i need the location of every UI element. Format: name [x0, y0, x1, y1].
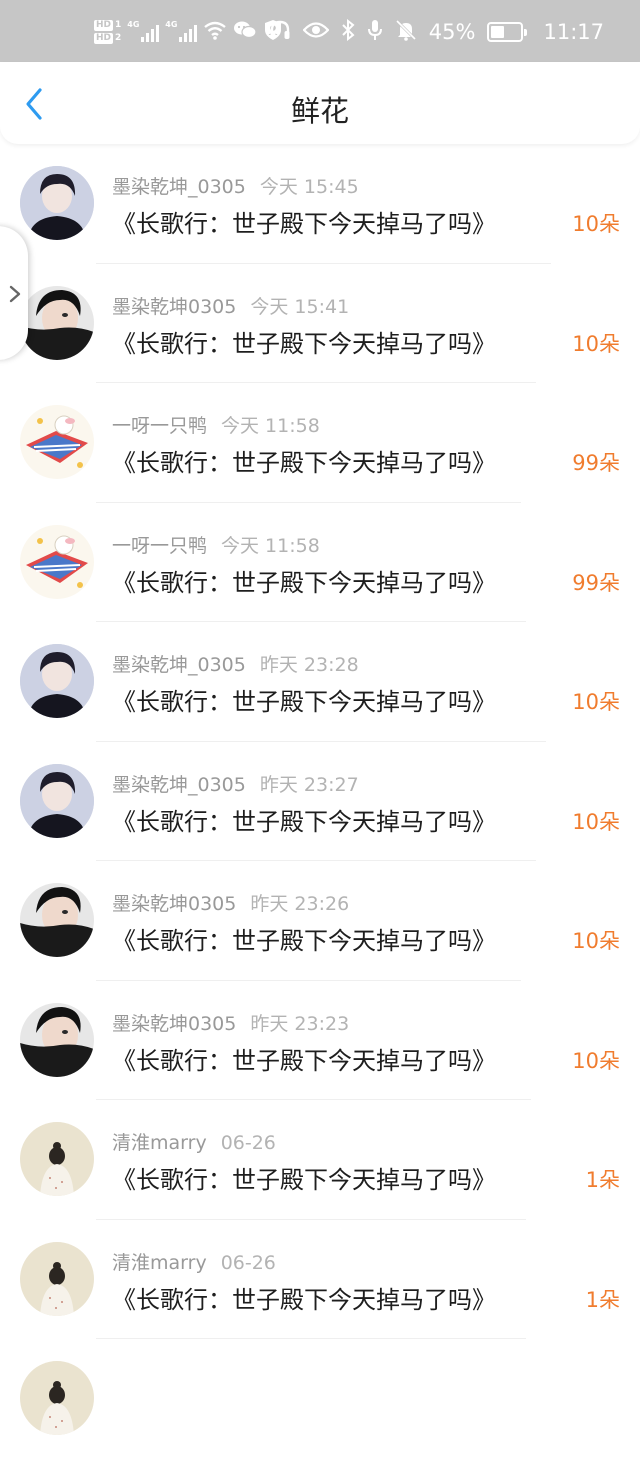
list-item[interactable]: 墨染乾坤0305 今天 15:41 《长歌行：世子殿下今天掉马了吗》 10朵 [0, 264, 640, 383]
timestamp: 今天 11:58 [221, 415, 320, 437]
bluetooth-icon [341, 18, 355, 45]
username[interactable]: 清淮marry [112, 1252, 207, 1274]
avatar[interactable] [20, 763, 94, 838]
username[interactable]: 墨染乾坤_0305 [112, 774, 246, 796]
username[interactable]: 墨染乾坤_0305 [112, 654, 246, 676]
timestamp: 昨天 23:27 [259, 773, 359, 796]
avatar[interactable] [20, 285, 94, 360]
list-item[interactable]: 墨染乾坤_0305 昨天 23:27 《长歌行：世子殿下今天掉马了吗》 10朵 [0, 742, 640, 861]
flower-count: 10朵 [572, 212, 620, 236]
timestamp: 昨天 23:26 [250, 893, 350, 915]
avatar[interactable] [20, 883, 94, 957]
avatar[interactable] [20, 1002, 94, 1077]
username[interactable]: 清淮marry [112, 1132, 207, 1154]
book-title[interactable]: 《长歌行：世子殿下今天掉马了吗》 [112, 443, 496, 478]
book-title[interactable]: 《长歌行：世子殿下今天掉马了吗》 [112, 682, 496, 717]
username[interactable]: 一呀一只鸭 [112, 415, 207, 437]
avatar[interactable] [20, 1122, 94, 1196]
bell-off-icon [395, 19, 417, 45]
gift-meta: 墨染乾坤0305 今天 15:41 [112, 292, 349, 319]
headphones-icon [269, 20, 291, 44]
eye-icon [302, 21, 330, 43]
flower-count: 1朵 [585, 1168, 620, 1192]
book-title[interactable]: 《长歌行：世子殿下今天掉马了吗》 [112, 1041, 496, 1076]
gift-meta: 墨染乾坤_0305 今天 15:45 [112, 172, 359, 199]
wifi-icon [203, 20, 227, 44]
nav-bar: 鲜花 [0, 62, 640, 144]
timestamp: 06-26 [220, 1132, 276, 1154]
hd2-indicator: HD 2 [94, 33, 122, 44]
list-item[interactable]: 清淮marry 06-26 《长歌行：世子殿下今天掉马了吗》 1朵 [0, 1220, 640, 1339]
book-title[interactable]: 《长歌行：世子殿下今天掉马了吗》 [112, 204, 496, 239]
timestamp: 昨天 23:23 [250, 1012, 350, 1035]
flower-count: 10朵 [572, 809, 620, 834]
battery-percent: 45% [428, 20, 476, 44]
flower-count: 10朵 [572, 929, 620, 953]
flower-gift-list: 墨染乾坤_0305 今天 15:45 《长歌行：世子殿下今天掉马了吗》 10朵 墨染乾… [0, 144, 640, 1459]
list-item[interactable]: 墨染乾坤0305 昨天 23:26 《长歌行：世子殿下今天掉马了吗》 10朵 [0, 861, 640, 981]
gift-meta: 墨染乾坤0305 昨天 23:23 [112, 1009, 349, 1036]
book-title[interactable]: 《长歌行：世子殿下今天掉马了吗》 [112, 1280, 496, 1315]
list-item[interactable]: 一呀一只鸭 今天 11:58 《长歌行：世子殿下今天掉马了吗》 99朵 [0, 503, 640, 622]
flower-count: 99朵 [572, 570, 620, 595]
avatar[interactable] [20, 166, 94, 240]
gift-meta: 清淮marry 06-26 [112, 1128, 276, 1155]
avatar[interactable] [20, 405, 94, 479]
battery-icon [487, 22, 528, 42]
gift-meta: 一呀一只鸭 今天 11:58 [112, 531, 320, 558]
flower-count: 10朵 [572, 690, 620, 714]
book-title[interactable]: 《长歌行：世子殿下今天掉马了吗》 [112, 563, 496, 598]
gift-meta: 墨染乾坤0305 昨天 23:26 [112, 889, 349, 916]
list-item[interactable]: 墨染乾坤_0305 今天 15:45 《长歌行：世子殿下今天掉马了吗》 10朵 [0, 144, 640, 264]
flower-count: 99朵 [572, 451, 620, 475]
side-drawer-handle[interactable] [0, 226, 28, 360]
avatar[interactable] [20, 1241, 94, 1316]
timestamp: 今天 11:58 [221, 534, 320, 557]
gift-meta: 一呀一只鸭 今天 11:58 [112, 411, 320, 438]
flower-count: 1朵 [585, 1287, 620, 1312]
book-title[interactable]: 《长歌行：世子殿下今天掉马了吗》 [112, 921, 496, 956]
username[interactable]: 一呀一只鸭 [112, 535, 207, 557]
list-item[interactable]: 墨染乾坤0305 昨天 23:23 《长歌行：世子殿下今天掉马了吗》 10朵 [0, 981, 640, 1100]
status-time: 11:17 [543, 20, 604, 44]
signal-icon: 4G [165, 20, 198, 42]
page-title: 鲜花 [290, 94, 349, 128]
gift-meta: 墨染乾坤_0305 昨天 23:27 [112, 770, 359, 797]
microphone-icon [367, 19, 383, 45]
timestamp: 今天 15:45 [259, 176, 359, 198]
username[interactable]: 墨染乾坤0305 [112, 893, 236, 915]
avatar[interactable] [20, 1361, 94, 1435]
list-item[interactable]: 清淮marry 06-26 《长歌行：世子殿下今天掉马了吗》 1朵 [0, 1100, 640, 1220]
flower-count: 10朵 [572, 331, 620, 356]
username[interactable]: 墨染乾坤_0305 [112, 176, 246, 198]
gift-meta: 墨染乾坤_0305 昨天 23:28 [112, 650, 359, 677]
timestamp: 06-26 [220, 1251, 276, 1274]
timestamp: 今天 15:41 [250, 295, 350, 318]
status-bar: HD 1 HD 2 4G 4G 45% 11:17 [0, 0, 640, 62]
book-title[interactable]: 《长歌行：世子殿下今天掉马了吗》 [112, 1160, 496, 1195]
list-item[interactable]: 一呀一只鸭 今天 11:58 《长歌行：世子殿下今天掉马了吗》 99朵 [0, 383, 640, 503]
avatar[interactable] [20, 524, 94, 599]
book-title[interactable]: 《长歌行：世子殿下今天掉马了吗》 [112, 802, 496, 837]
chevron-right-icon [9, 285, 21, 303]
status-bar-left: HD 1 HD 2 4G 4G [94, 16, 283, 48]
status-bar-right: 45% 11:17 [269, 16, 604, 48]
avatar[interactable] [20, 644, 94, 718]
username[interactable]: 墨染乾坤0305 [112, 1013, 236, 1035]
hd1-indicator: HD 1 [94, 20, 122, 31]
flower-count: 10朵 [572, 1048, 620, 1073]
hd-indicators: HD 1 HD 2 [94, 20, 121, 44]
gift-meta: 清淮marry 06-26 [112, 1248, 276, 1275]
wechat-icon [233, 20, 257, 44]
list-item[interactable]: 墨染乾坤_0305 昨天 23:28 《长歌行：世子殿下今天掉马了吗》 10朵 [0, 622, 640, 742]
book-title[interactable]: 《长歌行：世子殿下今天掉马了吗》 [112, 324, 496, 359]
signal-icon: 4G [127, 20, 160, 42]
list-item[interactable] [0, 1339, 640, 1459]
username[interactable]: 墨染乾坤0305 [112, 296, 236, 318]
timestamp: 昨天 23:28 [259, 654, 359, 676]
